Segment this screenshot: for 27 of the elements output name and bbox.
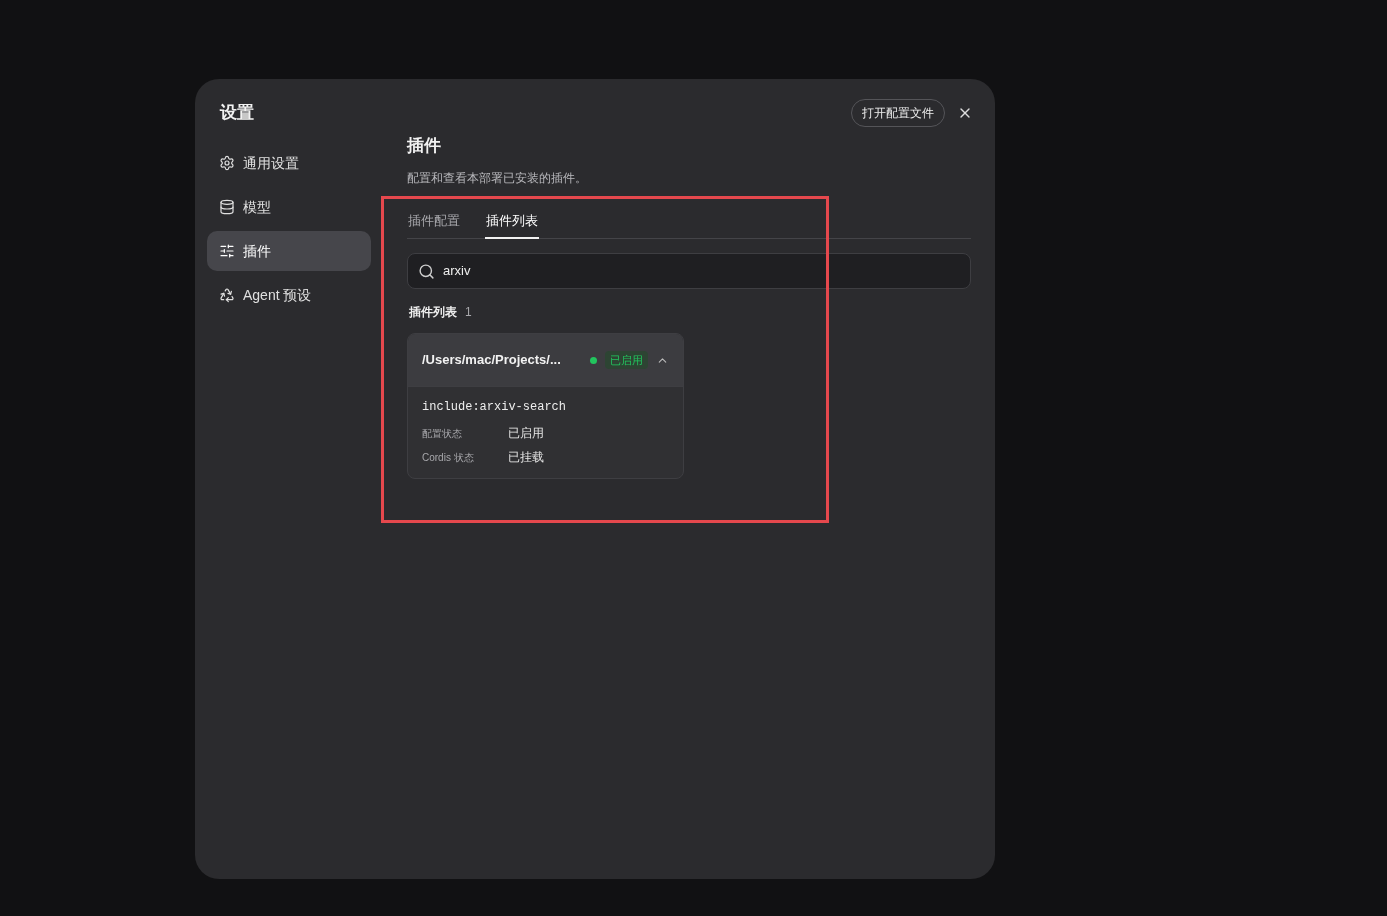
tab[interactable]: 插件配置 <box>407 203 461 239</box>
plugin-identifier: include:arxiv-search <box>422 399 568 416</box>
plugin-card-header[interactable]: /Users/mac/Projects/... 已启用 <box>408 334 683 386</box>
list-count: 1 <box>465 304 472 321</box>
detail-value: 已启用 <box>508 425 544 442</box>
search-query: arxiv <box>443 262 471 281</box>
sliders-icon <box>219 243 235 259</box>
sidebar-item[interactable]: Agent 预设 <box>207 275 371 315</box>
sidebar-item[interactable]: 通用设置 <box>207 143 371 183</box>
recycle-icon <box>219 287 235 303</box>
gear-icon <box>219 155 235 171</box>
sidebar-item[interactable]: 模型 <box>207 187 371 227</box>
detail-label: 配置状态 <box>422 426 463 441</box>
open-config-button[interactable]: 打开配置文件 <box>851 99 945 127</box>
search-icon <box>418 262 435 280</box>
dialog-title: 设置 <box>218 102 255 124</box>
list-title: 插件列表 <box>409 304 457 321</box>
detail-value: 已挂载 <box>508 449 544 466</box>
tab[interactable]: 插件列表 <box>485 203 539 239</box>
section-title: 插件 <box>407 135 442 157</box>
database-icon <box>219 199 235 215</box>
sidebar-item[interactable]: 插件 <box>207 231 371 271</box>
detail-label: Cordis 状态 <box>422 450 475 465</box>
section-description: 配置和查看本部署已安装的插件。 <box>407 170 588 187</box>
search-field[interactable]: arxiv <box>407 253 971 289</box>
plugin-path: /Users/mac/Projects/... <box>422 351 562 370</box>
status-label: 已启用 <box>605 350 648 370</box>
